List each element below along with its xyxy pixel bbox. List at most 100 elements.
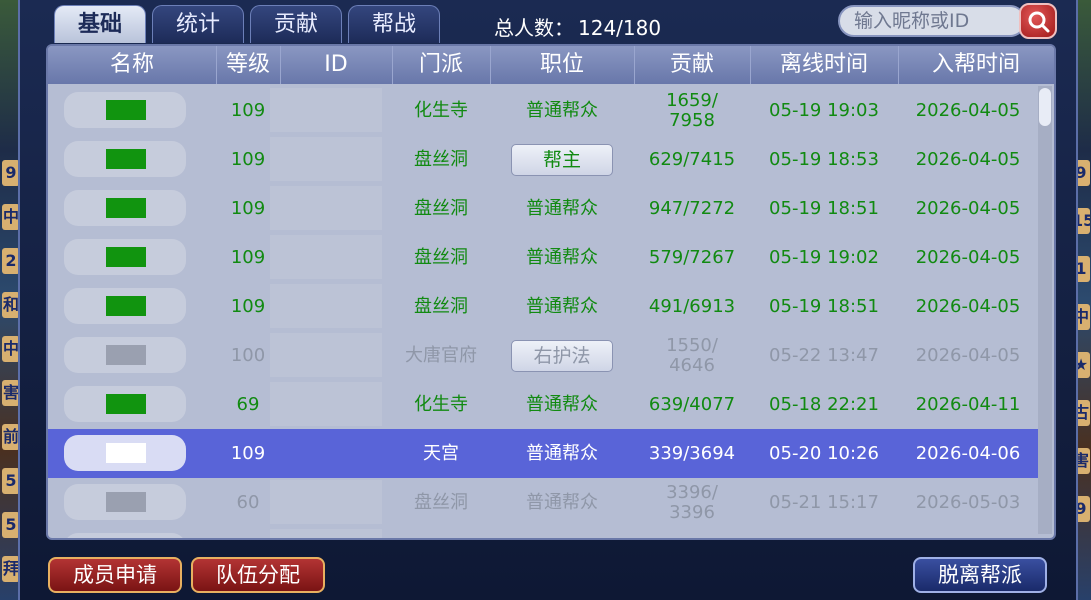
name-mark — [106, 198, 146, 218]
table-row[interactable]: 109 盘丝洞 普通帮众 947/7272 05-19 18:51 2026-04-05 — [48, 184, 1038, 233]
cell-sect: 盘丝洞 — [414, 148, 468, 170]
role-button[interactable]: 帮主 — [511, 143, 613, 176]
table-row[interactable]: 100 大唐官府 右护法 1550/ 4646 05-22 13:47 2026-04-0… — [48, 331, 1038, 380]
tab-stats[interactable]: 统计 — [152, 5, 244, 43]
role-button[interactable]: 右护法 — [511, 339, 613, 372]
member-table: 名称 等级 ID 门派 职位 贡献 离线时间 入帮时间 109 化生寺 普通帮众 16… — [46, 44, 1056, 540]
table-row[interactable]: 60 盘丝洞 普通帮众 3396/ 3396 05-21 15:17 2026-05-03 — [48, 478, 1038, 527]
cell-sect: 天宫 — [423, 442, 459, 464]
cell-join-time: 2026-05-03 — [915, 491, 1021, 513]
cell-sect: 盘丝洞 — [414, 197, 468, 219]
cell-role: 普通帮众 — [526, 442, 598, 464]
cell-role: 普通帮众 — [526, 99, 598, 121]
cell-join-time: 2026-04-11 — [915, 393, 1021, 415]
scrollbar[interactable] — [1038, 86, 1052, 534]
member-application-button[interactable]: 成员申请 — [48, 557, 182, 593]
cell-join-time: 2026-04-05 — [915, 148, 1021, 170]
cell-contribution: 1659/ 7958 — [666, 89, 718, 131]
table-row[interactable]: 109 盘丝洞 普通帮众 579/7267 05-19 19:02 2026-04-05 — [48, 233, 1038, 282]
leave-guild-button[interactable]: 脱离帮派 — [913, 557, 1047, 593]
col-join-time[interactable]: 入帮时间 — [898, 46, 1054, 84]
tab-guild-war[interactable]: 帮战 — [348, 5, 440, 43]
cell-level: 109 — [230, 295, 266, 317]
col-level[interactable]: 等级 — [216, 46, 281, 84]
cell-join-time: 2026-04-06 — [915, 442, 1021, 464]
cell-sect: 盘丝洞 — [414, 246, 468, 268]
cell-offline-time: 05-19 18:51 — [769, 295, 879, 317]
tab-basic[interactable]: 基础 — [54, 5, 146, 43]
col-sect[interactable]: 门派 — [392, 46, 491, 84]
cell-offline-time: 05-19 18:51 — [769, 197, 879, 219]
col-name[interactable]: 名称 — [48, 46, 217, 84]
cell-role — [490, 527, 634, 538]
col-role[interactable]: 职位 — [490, 46, 635, 84]
cell-contribution: 579/7267 — [648, 246, 736, 268]
cell-contribution: 339/3694 — [648, 442, 736, 464]
cell-contribution: 629/7415 — [648, 148, 736, 170]
search-input[interactable]: 输入昵称或ID — [838, 5, 1026, 37]
cell-sect: 大唐官府 — [405, 344, 477, 366]
table-row[interactable]: 1286/ — [48, 527, 1038, 538]
cell-role: 帮主 — [490, 135, 634, 184]
cell-sect: 化生寺 — [414, 393, 468, 415]
cell-level: 109 — [230, 148, 266, 170]
member-name-redacted — [64, 337, 186, 373]
cell-offline-time: 05-18 22:21 — [769, 393, 879, 415]
member-rows: 109 化生寺 普通帮众 1659/ 7958 05-19 19:03 2026-04-0… — [48, 86, 1038, 538]
member-name-redacted — [64, 484, 186, 520]
cell-join-time: 2026-04-05 — [915, 246, 1021, 268]
cell-offline-time: 05-19 19:02 — [769, 246, 879, 268]
cell-join-time: 2026-04-05 — [915, 99, 1021, 121]
member-id-redacted — [270, 284, 382, 328]
name-mark — [106, 345, 146, 365]
member-id-redacted — [270, 529, 382, 538]
col-id[interactable]: ID — [280, 46, 393, 84]
member-name-redacted — [64, 190, 186, 226]
table-header: 名称 等级 ID 门派 职位 贡献 离线时间 入帮时间 — [48, 46, 1054, 84]
table-row[interactable]: 69 化生寺 普通帮众 639/4077 05-18 22:21 2026-04-11 — [48, 380, 1038, 429]
table-row[interactable]: 109 化生寺 普通帮众 1659/ 7958 05-19 19:03 2026-04-0… — [48, 86, 1038, 135]
cell-join-time: 2026-04-05 — [915, 197, 1021, 219]
cell-level: 109 — [230, 442, 266, 464]
cell-role: 普通帮众 — [526, 246, 598, 268]
name-mark — [106, 100, 146, 120]
cell-sect: 盘丝洞 — [414, 491, 468, 513]
cell-offline-time: 05-21 15:17 — [769, 491, 879, 513]
table-row[interactable]: 109 盘丝洞 帮主 629/7415 05-19 18:53 2026-04-05 — [48, 135, 1038, 184]
member-name-redacted — [64, 92, 186, 128]
member-name-redacted — [64, 533, 186, 538]
cell-sect: 化生寺 — [414, 99, 468, 121]
search-button[interactable] — [1019, 3, 1057, 39]
cell-join-time — [898, 527, 1038, 538]
cell-contribution: 3396/ 3396 — [666, 481, 718, 523]
table-row[interactable]: 109 天宫 普通帮众 339/3694 05-20 10:26 2026-04-06 — [48, 429, 1038, 478]
member-name-redacted — [64, 435, 186, 471]
cell-join-time: 2026-04-05 — [915, 295, 1021, 317]
table-row[interactable]: 109 盘丝洞 普通帮众 491/6913 05-19 18:51 2026-04-05 — [48, 282, 1038, 331]
total-count: 124/180 — [578, 16, 662, 40]
member-name-redacted — [64, 141, 186, 177]
cell-contribution: 639/4077 — [648, 393, 736, 415]
cell-contribution: 947/7272 — [648, 197, 736, 219]
member-name-redacted — [64, 239, 186, 275]
cell-contribution: 491/6913 — [648, 295, 736, 317]
cell-offline-time: 05-20 10:26 — [769, 442, 879, 464]
cell-offline-time: 05-19 18:53 — [769, 148, 879, 170]
scrollbar-thumb[interactable] — [1039, 88, 1051, 126]
cell-level — [216, 527, 280, 538]
member-id-redacted — [270, 88, 382, 132]
member-id-redacted — [270, 431, 382, 475]
col-offline-time[interactable]: 离线时间 — [750, 46, 899, 84]
col-contribution[interactable]: 贡献 — [634, 46, 751, 84]
tab-contribution[interactable]: 贡献 — [250, 5, 342, 43]
total-label: 总人数： — [494, 16, 574, 40]
name-mark — [106, 492, 146, 512]
member-id-redacted — [270, 186, 382, 230]
team-assignment-button[interactable]: 队伍分配 — [191, 557, 325, 593]
cell-contribution: 1550/ 4646 — [666, 334, 718, 376]
member-id-redacted — [270, 235, 382, 279]
member-id-redacted — [270, 480, 382, 524]
cell-role: 普通帮众 — [526, 491, 598, 513]
cell-level: 109 — [230, 197, 266, 219]
cell-role: 普通帮众 — [526, 295, 598, 317]
